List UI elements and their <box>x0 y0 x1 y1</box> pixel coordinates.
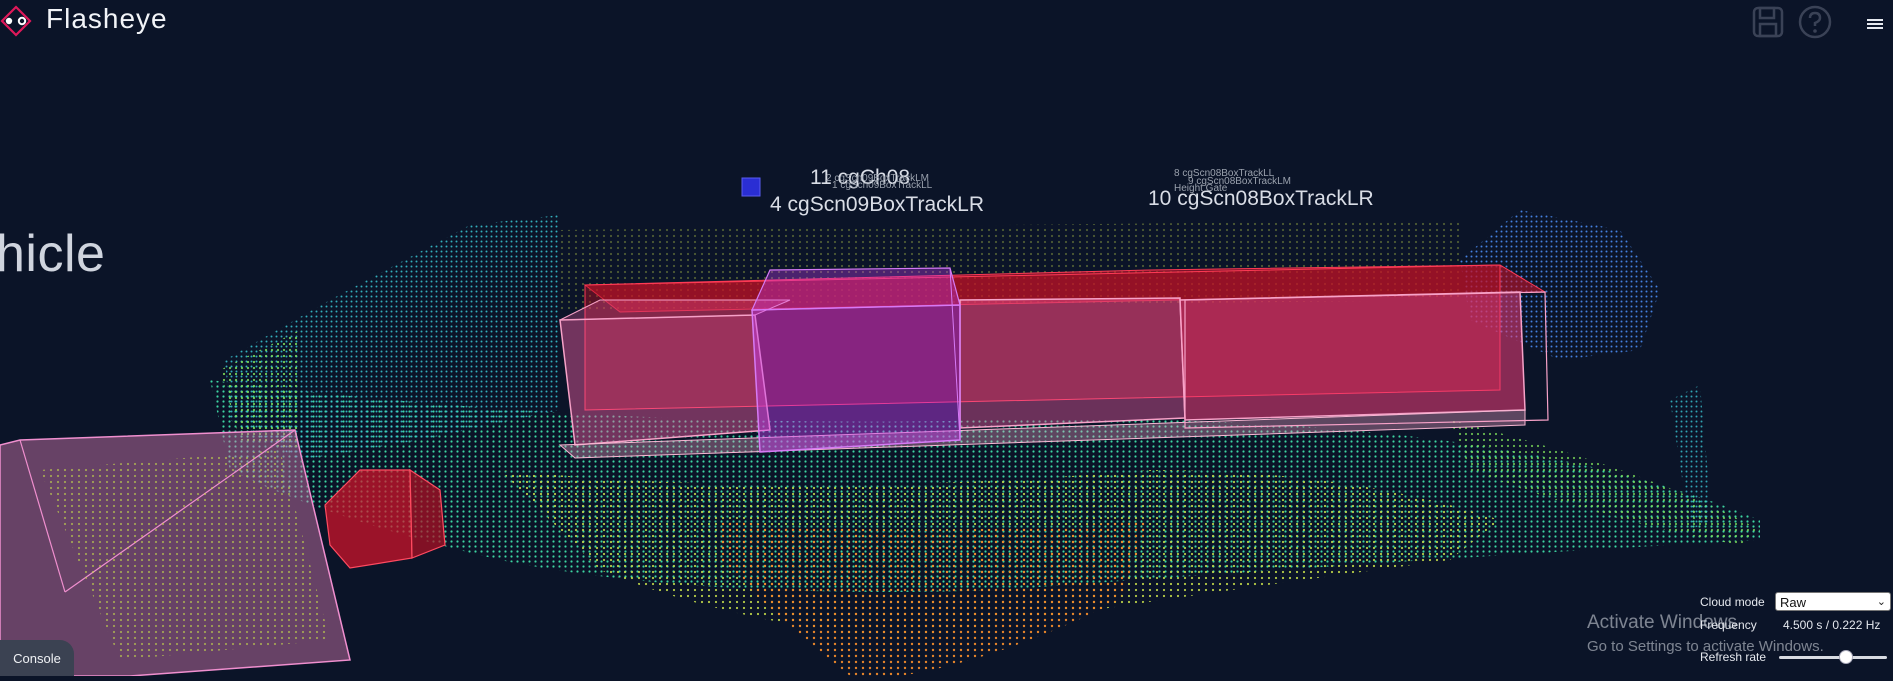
ground-points-orange <box>720 520 1150 676</box>
save-button[interactable] <box>1750 4 1786 40</box>
help-button[interactable] <box>1797 4 1833 40</box>
magenta-box-front <box>751 304 961 453</box>
view-controls: Cloud mode Raw ⌄ Frequency 4.500 s / 0.2… <box>1690 590 1893 676</box>
frequency-value: 4.500 s / 0.222 Hz <box>1783 618 1881 632</box>
cloud-mode-label: Cloud mode <box>1700 595 1765 609</box>
hamburger-menu-icon <box>1867 19 1883 29</box>
top-bar: Flasheye <box>0 0 1893 44</box>
pink-box-middle <box>959 297 1186 429</box>
flasheye-logo-icon <box>0 4 40 38</box>
pink-box-left <box>559 314 771 446</box>
cloud-mode-value: Raw <box>1780 595 1807 610</box>
refresh-rate-slider[interactable] <box>1779 656 1887 659</box>
pink-box-right <box>1179 291 1526 421</box>
console-button[interactable]: Console <box>0 640 74 676</box>
zone-label: hicle <box>0 225 106 283</box>
chevron-down-icon: ⌄ <box>1876 596 1886 608</box>
object-label-scn09-lr: 4 cgScn09BoxTrackLR <box>770 193 984 216</box>
refresh-rate-slider-thumb[interactable] <box>1838 650 1853 664</box>
refresh-rate-label: Refresh rate <box>1700 650 1767 664</box>
point-cloud-viewport[interactable]: hicle 11 cgCh08 4 cgScn09BoxTrackLR 10 c… <box>0 0 1893 677</box>
brand-name: Flasheye <box>46 3 168 34</box>
save-icon <box>1752 6 1784 38</box>
help-icon <box>1798 5 1832 39</box>
frequency-label: Frequency <box>1700 618 1757 632</box>
menu-button[interactable] <box>1864 14 1886 34</box>
object-label-height-gate: Height Gate <box>1174 183 1228 194</box>
magenta-box-top <box>751 267 961 311</box>
point-cloud-canvas[interactable] <box>0 0 1893 677</box>
cloud-mode-select[interactable]: Raw ⌄ <box>1775 592 1891 611</box>
object-label-scn09-ll: 1 cgScn09BoxTrackLL <box>832 180 933 191</box>
blue-marker <box>741 177 761 197</box>
